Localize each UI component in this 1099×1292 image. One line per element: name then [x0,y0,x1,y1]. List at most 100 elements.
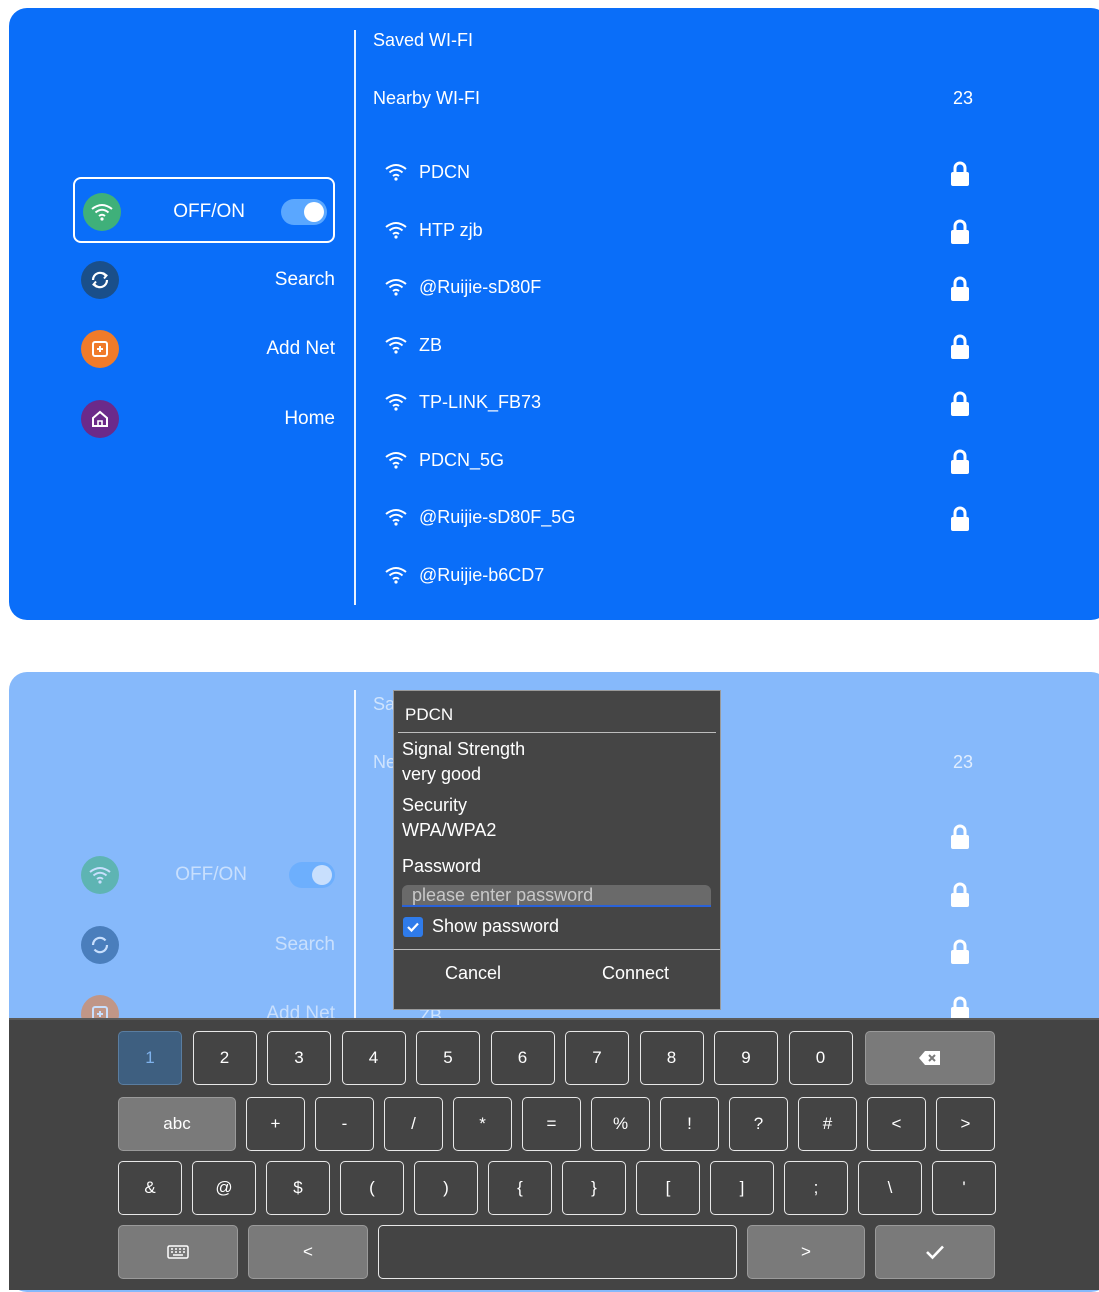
keyboard-key[interactable]: 6 [490,1031,555,1085]
wifi-network-row[interactable]: ZB [385,326,985,366]
keyboard-key[interactable]: 5 [416,1031,480,1085]
cancel-button[interactable]: Cancel [445,963,501,984]
keyboard-key[interactable]: / [384,1097,443,1151]
keyboard-key[interactable]: - [315,1097,374,1151]
wifi-network-row[interactable]: PDCN_5G [385,441,985,481]
keyboard-key[interactable]: > [936,1097,995,1151]
wifi-signal-icon [385,451,407,469]
keyboard-key[interactable]: ( [340,1161,404,1215]
wifi-network-row[interactable]: @Ruijie-sD80F_5G [385,498,985,538]
key-label: & [144,1178,156,1197]
sidebar-item-search[interactable]: Search [73,912,335,978]
space-key[interactable] [378,1225,737,1279]
abc-mode-key[interactable]: abc [118,1097,236,1151]
keyboard-key[interactable]: + [246,1097,305,1151]
wifi-signal-icon [385,163,407,181]
key-label: 4 [368,1048,379,1067]
keyboard-key[interactable]: $ [266,1161,330,1215]
refresh-icon [81,926,119,964]
keyboard-key[interactable]: 7 [565,1031,629,1085]
sidebar-item-label: Search [274,269,335,290]
keyboard-key[interactable]: [ [636,1161,700,1215]
keyboard-key[interactable]: ) [414,1161,478,1215]
password-input[interactable] [402,885,711,907]
sidebar-item-label: Home [284,408,335,429]
keyboard-key[interactable]: # [798,1097,857,1151]
wifi-signal-icon [385,566,407,584]
saved-wifi-heading[interactable]: Saved WI-FI [373,30,473,51]
key-label: - [341,1114,348,1133]
wifi-network-row[interactable]: @Ruijie-b6CD7 [385,556,985,596]
wifi-network-name: @Ruijie-b6CD7 [419,564,545,585]
sidebar-item-home[interactable]: Home [73,386,335,452]
on-screen-keyboard: 1 2 3 4 5 6 7 8 9 0 abc + - / * =%!? # < > & @ $ () {} []; \ ' < > [9,1018,1099,1290]
key-label: / [411,1114,416,1133]
lock-icon [949,161,971,187]
keyboard-key[interactable]: ] [710,1161,774,1215]
show-password-checkbox[interactable] [403,917,423,937]
wifi-network-name: @Ruijie-sD80F_5G [419,507,576,527]
panel-divider [354,690,356,1050]
add-square-icon [81,330,119,368]
key-label: ' [962,1178,966,1197]
keyboard-key[interactable]: < [867,1097,926,1151]
key-label: @ [215,1178,233,1197]
key-label: < [891,1114,902,1133]
keyboard-key[interactable]: { [488,1161,552,1215]
wifi-toggle-switch[interactable] [289,862,335,888]
key-label: ! [687,1114,692,1133]
cursor-right-key[interactable]: > [747,1225,865,1279]
keyboard-key[interactable]: ! [660,1097,719,1151]
sidebar-item-label: Search [274,934,335,955]
key-label: = [546,1114,557,1133]
keyboard-key[interactable]: 8 [639,1031,704,1085]
keyboard-key[interactable]: ? [729,1097,788,1151]
key-label: ) [443,1178,449,1197]
keyboard-key[interactable]: @ [192,1161,256,1215]
keyboard-key[interactable]: } [562,1161,626,1215]
enter-key[interactable] [875,1225,995,1279]
wifi-settings-screen: OFF/ON Search Add Net Home Saved WI-FI N… [9,8,1099,620]
keyboard-key[interactable]: 1 [118,1031,182,1085]
sidebar-item-wifi-toggle[interactable]: OFF/ON [73,177,335,243]
keyboard-key[interactable]: 3 [267,1031,331,1085]
keyboard-key[interactable]: \ [858,1161,922,1215]
keyboard-key[interactable]: * [453,1097,512,1151]
nearby-wifi-heading: Nearby WI-FI [373,88,481,108]
wifi-network-row[interactable]: HTP zjb [385,211,985,251]
keyboard-key[interactable]: 0 [788,1031,853,1085]
wifi-toggle-switch[interactable] [281,199,327,225]
key-label: $ [293,1178,303,1197]
wifi-network-name: @Ruijie-sD80F [419,277,542,297]
keyboard-key[interactable]: % [591,1097,650,1151]
keyboard-key[interactable]: = [522,1097,581,1151]
wifi-signal-icon [385,221,407,239]
hide-keyboard-key[interactable] [118,1225,238,1279]
keyboard-key[interactable]: & [118,1161,182,1215]
sidebar-item-label: Add Net [266,338,335,359]
cursor-left-key[interactable]: < [248,1225,368,1279]
home-icon [81,400,119,438]
keyboard-key[interactable]: 4 [341,1031,406,1085]
keyboard-key[interactable]: ; [784,1161,848,1215]
backspace-icon [918,1050,942,1066]
connect-button[interactable]: Connect [602,963,669,984]
sidebar-item-add-net[interactable]: Add Net [73,316,335,382]
wifi-network-row[interactable]: PDCN [385,153,985,193]
wifi-network-row[interactable]: @Ruijie-sD80F [385,268,985,308]
keyboard-key[interactable]: 9 [714,1031,778,1085]
backspace-key[interactable] [865,1031,995,1085]
signal-strength-value: very good [402,764,482,784]
keyboard-key[interactable]: ' [932,1161,996,1215]
toggle-knob [312,865,332,885]
dialog-title: PDCN [405,705,454,724]
wifi-signal-icon [385,336,407,354]
wifi-network-row[interactable]: TP-LINK_FB73 [385,383,985,423]
toggle-knob [304,202,324,222]
show-password-label: Show password [432,916,560,936]
sidebar-item-search[interactable]: Search [73,247,335,313]
keyboard-key[interactable]: 2 [192,1031,257,1085]
sidebar-item-wifi-toggle[interactable]: OFF/ON [73,842,335,908]
key-label: 5 [443,1048,453,1067]
lock-icon [949,276,971,302]
